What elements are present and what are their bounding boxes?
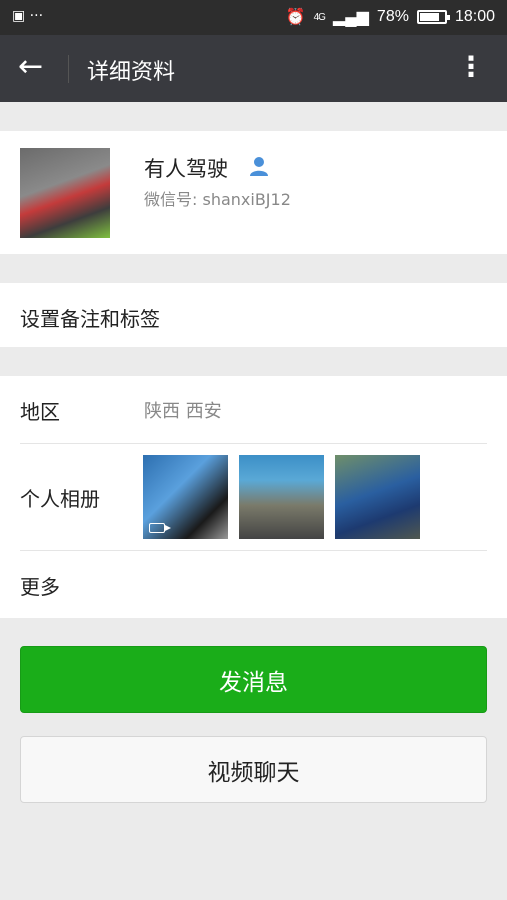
alarm-icon: ⏰ [285,9,306,26]
battery-icon [416,10,450,24]
avatar[interactable] [20,148,110,238]
title-bar: ← 详细资料 ⋮ [0,35,507,102]
remark-label: 设置备注和标签 [20,307,160,331]
more-label: 更多 [20,575,60,599]
album-photo[interactable] [335,455,420,539]
album-photo[interactable] [239,455,324,539]
back-arrow-icon[interactable]: ← [18,51,43,83]
title-divider [68,55,69,83]
wechat-id: 微信号: shanxiBJ12 [144,190,291,209]
signal-icon: ▂▄▆ [332,9,369,26]
info-card: 地区 陕西 西安 个人相册 更多 [0,376,507,618]
more-options-icon[interactable]: ⋮ [457,51,485,83]
region-label: 地区 [20,400,60,424]
page-title: 详细资料 [87,60,176,85]
remark-row[interactable]: 设置备注和标签 [0,283,507,347]
clock: 18:00 [454,8,495,25]
notification-icons: ▣ ··· [12,8,44,24]
region-value: 陕西 西安 [144,401,222,422]
profile-card: 有人驾驶 微信号: shanxiBJ12 [0,131,507,254]
video-camera-icon [149,523,171,533]
person-icon [250,157,268,176]
contact-name: 有人驾驶 [144,157,228,181]
album-label: 个人相册 [20,487,100,511]
more-row[interactable]: 更多 [20,571,491,601]
divider [20,550,487,551]
battery-percent: 78% [376,8,409,25]
network-label: 4G [313,11,326,23]
status-bar: ▣ ··· ⏰ 4G ▂▄▆ 78% 18:00 [0,0,507,35]
battery-fill [419,13,439,21]
album-photo[interactable] [143,455,228,539]
send-message-button[interactable]: 发消息 [20,646,487,713]
region-row: 地区 陕西 西安 [20,396,491,426]
video-call-button[interactable]: 视频聊天 [20,736,487,803]
divider [20,443,487,444]
